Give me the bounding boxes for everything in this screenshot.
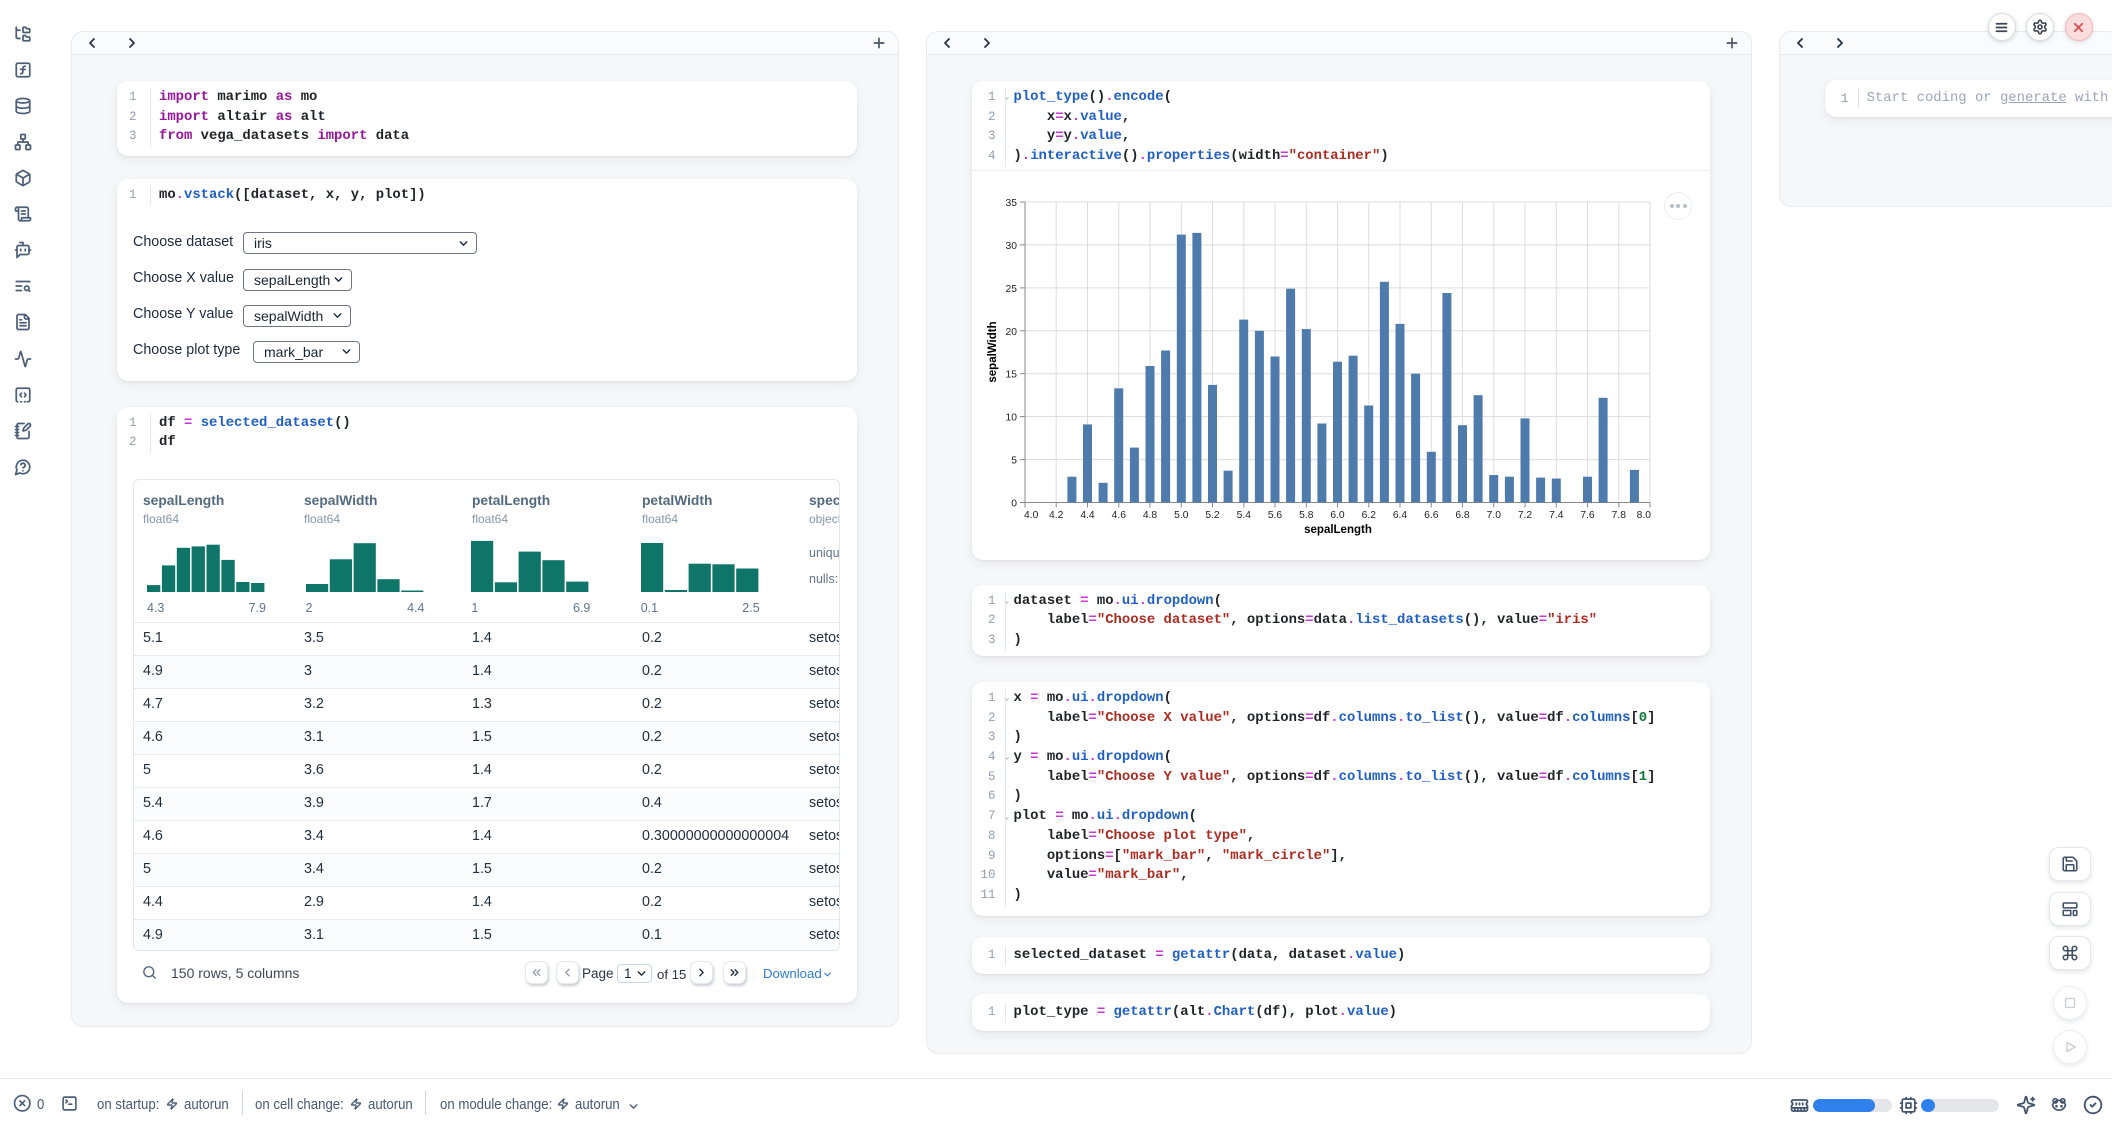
svg-text:0: 0: [1011, 499, 1017, 510]
svg-text:7.6: 7.6: [1580, 510, 1595, 521]
svg-text:5.0: 5.0: [1174, 510, 1189, 521]
svg-text:sepalLength: sepalLength: [1304, 524, 1372, 536]
svg-text:5.6: 5.6: [1268, 510, 1283, 521]
svg-text:6.4: 6.4: [1393, 510, 1408, 521]
svg-text:4.6: 4.6: [1112, 510, 1127, 521]
svg-text:4.2: 4.2: [1049, 510, 1064, 521]
svg-text:10: 10: [1006, 413, 1018, 424]
svg-text:20: 20: [1006, 327, 1018, 338]
svg-text:6.2: 6.2: [1362, 510, 1377, 521]
svg-text:5.8: 5.8: [1299, 510, 1314, 521]
svg-text:7.2: 7.2: [1518, 510, 1533, 521]
svg-text:7.0: 7.0: [1487, 510, 1502, 521]
svg-text:4.4: 4.4: [1080, 510, 1095, 521]
svg-text:6.6: 6.6: [1424, 510, 1439, 521]
svg-text:sepalWidth: sepalWidth: [987, 321, 999, 382]
svg-text:7.4: 7.4: [1549, 510, 1564, 521]
svg-text:5: 5: [1011, 456, 1017, 467]
svg-text:6.8: 6.8: [1455, 510, 1470, 521]
svg-text:15: 15: [1006, 370, 1018, 381]
svg-text:4.8: 4.8: [1143, 510, 1158, 521]
svg-text:5.4: 5.4: [1237, 510, 1252, 521]
svg-text:35: 35: [1006, 198, 1018, 209]
svg-text:7.8: 7.8: [1612, 510, 1627, 521]
svg-text:30: 30: [1006, 241, 1018, 252]
svg-text:8.0: 8.0: [1637, 510, 1652, 521]
svg-text:6.0: 6.0: [1330, 510, 1345, 521]
svg-text:25: 25: [1006, 284, 1018, 295]
svg-text:5.2: 5.2: [1205, 510, 1220, 521]
svg-text:4.0: 4.0: [1024, 510, 1039, 521]
